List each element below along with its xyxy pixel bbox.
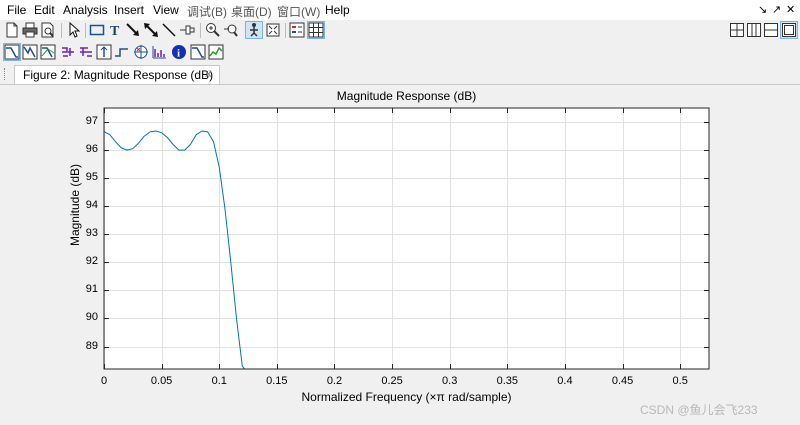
round-off-noise-icon[interactable] (208, 44, 224, 60)
tab-grip[interactable] (4, 68, 7, 80)
plot-canvas[interactable] (0, 85, 800, 425)
y-tick-label: 93 (85, 227, 98, 240)
svg-text:T: T (110, 24, 120, 38)
y-tick-label: 89 (85, 339, 98, 352)
x-tick-label: 0.15 (266, 375, 288, 387)
phase-delay-icon[interactable] (78, 44, 94, 60)
print-icon[interactable] (22, 22, 38, 38)
analysis-toolbar: i (0, 42, 800, 65)
menu-insert[interactable]: Insert (114, 3, 144, 17)
x-tick-label: 0 (100, 375, 108, 387)
filter-coefficients-icon[interactable] (151, 44, 167, 60)
x-tick-label: 0.1 (211, 375, 227, 387)
x-tick-label: 0.5 (672, 375, 688, 387)
magnitude-response-icon[interactable] (3, 43, 21, 61)
y-tick-label: 97 (85, 115, 98, 128)
step-response-icon[interactable] (114, 44, 130, 60)
x-tick-label: 0.25 (381, 375, 403, 387)
grid-icon[interactable] (307, 21, 325, 39)
figure-area: Magnitude Response (dB) Magnitude (dB) N… (0, 85, 800, 425)
x-tick-label: 0.4 (557, 375, 573, 387)
phase-response-icon[interactable] (22, 44, 38, 60)
magnitude-estimate-icon[interactable] (190, 44, 206, 60)
axes-background (104, 108, 709, 369)
menu-desktop[interactable]: 桌面(D) (231, 3, 272, 20)
menu-help[interactable]: Help (325, 3, 350, 17)
x-tick-label: 0.2 (326, 375, 343, 387)
y-tick-label: 90 (85, 311, 98, 324)
close-figure-icon[interactable]: ✕ (786, 3, 795, 16)
menu-debug[interactable]: 调试(B) (187, 3, 227, 20)
tab-figure-2[interactable]: Figure 2: Magnitude Response (dB) ✕ (14, 65, 220, 84)
y-tick-label: 96 (85, 143, 98, 156)
line-icon[interactable] (161, 22, 177, 38)
tab-label: Figure 2: Magnitude Response (dB) (23, 68, 214, 82)
double-arrow-icon[interactable] (143, 22, 159, 38)
csdn-watermark: CSDN @鱼儿会飞233 (640, 403, 758, 417)
undock-icon[interactable]: ↘ (758, 3, 767, 16)
filter-info-icon[interactable]: i (171, 44, 187, 60)
rectangle-icon[interactable] (89, 22, 105, 38)
close-tab-icon[interactable]: ✕ (204, 68, 213, 81)
y-tick-label: 94 (85, 199, 98, 212)
pole-zero-icon[interactable] (133, 44, 149, 60)
legend-icon[interactable] (289, 22, 305, 38)
x-tick-label: 0.3 (442, 375, 458, 387)
figure-tab-strip: Figure 2: Magnitude Response (dB) ✕ (0, 64, 800, 85)
magnitude-phase-icon[interactable] (40, 44, 56, 60)
pin-icon[interactable] (179, 22, 195, 38)
float-layout-icon[interactable] (780, 21, 798, 39)
x-tick-label: 0.45 (611, 375, 634, 387)
x-tick-label: 0.05 (150, 375, 173, 387)
dock-icon[interactable]: ↗ (772, 3, 781, 16)
zoom-in-icon[interactable] (205, 22, 221, 38)
menu-bar: File Edit Analysis Insert View 调试(B) 桌面(… (0, 0, 800, 20)
group-delay-icon[interactable] (60, 44, 76, 60)
y-tick-label: 92 (85, 255, 98, 268)
impulse-response-icon[interactable] (96, 44, 112, 60)
y-tick-label: 91 (85, 283, 98, 296)
figure-toolbar: T (0, 20, 800, 43)
x-axis-label: Normalized Frequency (×π rad/sample) (301, 390, 512, 404)
chart-title: Magnitude Response (dB) (336, 89, 477, 103)
menu-window[interactable]: 窗口(W) (277, 3, 320, 20)
tile-layout-icon[interactable] (729, 22, 745, 38)
top-bottom-layout-icon[interactable] (763, 22, 779, 38)
left-right-layout-icon[interactable] (746, 22, 762, 38)
arrow-icon[interactable] (125, 22, 141, 38)
new-file-icon[interactable] (4, 22, 20, 38)
pan-icon[interactable] (245, 21, 263, 39)
menu-edit[interactable]: Edit (34, 3, 55, 17)
x-tick-label: 0.35 (496, 375, 519, 387)
pointer-icon[interactable] (66, 22, 82, 38)
zoom-out-icon[interactable] (223, 22, 239, 38)
text-icon[interactable]: T (107, 22, 123, 38)
svg-text:i: i (177, 48, 180, 60)
menu-view[interactable]: View (153, 3, 179, 17)
menu-file[interactable]: File (7, 3, 26, 17)
menu-analysis[interactable]: Analysis (63, 3, 108, 17)
zoom-fit-icon[interactable] (265, 22, 281, 38)
print-preview-icon[interactable] (40, 22, 56, 38)
y-tick-label: 95 (85, 171, 98, 184)
